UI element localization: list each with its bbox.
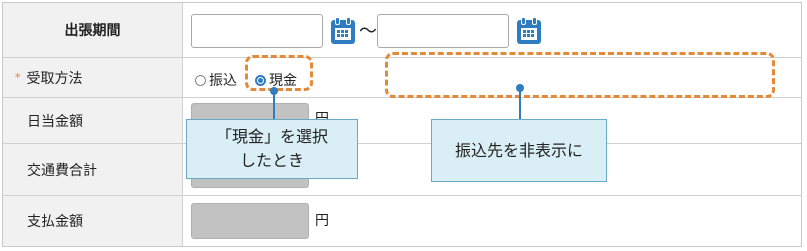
cash-selected-callout: 「現金」を選択 したとき xyxy=(186,119,358,179)
hidden-transfer-area-highlight xyxy=(385,52,775,98)
label-trip-period: 出張期間 xyxy=(3,3,183,57)
calendar-icon[interactable] xyxy=(517,17,541,44)
currency-unit: 円 xyxy=(315,213,329,229)
radio-circle-icon xyxy=(195,74,206,86)
cash-option-highlight xyxy=(245,55,313,91)
calendar-icon[interactable] xyxy=(331,17,355,44)
row-payment-amount: 支払金額 円 xyxy=(3,196,801,246)
label-daily-allowance: 日当金額 xyxy=(3,98,183,143)
label-receipt-method-cell: * 受取方法 xyxy=(3,58,183,97)
start-date-input[interactable] xyxy=(191,14,323,48)
required-mark: * xyxy=(15,71,21,84)
label-transport-total: 交通費合計 xyxy=(3,144,183,195)
end-date-input[interactable] xyxy=(377,14,509,48)
hide-transfer-callout: 振込先を非表示に xyxy=(431,119,607,182)
label-payment-amount: 支払金額 xyxy=(3,196,183,246)
expense-form: 出張期間 〜 * 受取方法 振込 現金 日当金額 交通費合計 支払金額 円 xyxy=(2,2,802,247)
row-trip-period: 出張期間 〜 xyxy=(3,3,801,58)
radio-transfer-label: 振込 xyxy=(209,73,237,89)
row-daily-allowance: 日当金額 円 xyxy=(3,98,801,144)
connector-line xyxy=(273,91,275,119)
connector-line xyxy=(519,88,521,119)
label-receipt-method: 受取方法 xyxy=(26,70,83,87)
radio-transfer[interactable]: 振込 xyxy=(195,70,237,90)
row-transport-total: 交通費合計 xyxy=(3,144,801,196)
payment-amount-field xyxy=(191,203,309,239)
date-range-separator: 〜 xyxy=(359,21,377,42)
